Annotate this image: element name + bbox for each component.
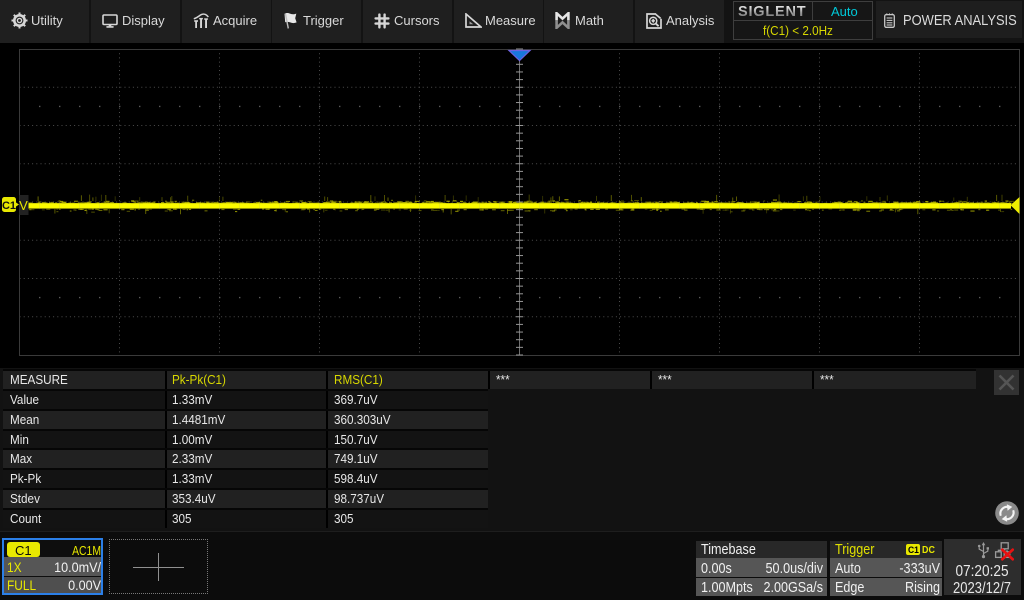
svg-text:C1: C1 — [2, 200, 16, 212]
svg-text:V: V — [19, 198, 28, 213]
